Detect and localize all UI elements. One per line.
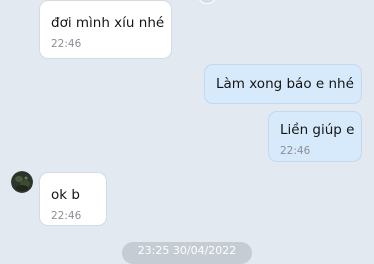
message-timestamp: 22:46 [51,38,82,50]
avatar-photo-icon [11,171,33,193]
message-bubble-incoming[interactable]: ok b 22:46 [39,172,107,226]
message-text: Liền giúp e [280,122,355,138]
message-timestamp: 22:46 [280,145,311,157]
message-text: ok b [51,187,80,203]
message-text: Làm xong báo e nhé [216,76,354,92]
sender-avatar[interactable] [11,171,33,193]
sender-avatar-partial [197,0,217,4]
date-separator: 23:25 30/04/2022 [122,242,252,264]
message-text: đơi mình xíu nhé [51,15,165,31]
message-timestamp: 22:46 [51,210,82,222]
message-bubble-outgoing[interactable]: Làm xong báo e nhé [204,64,362,104]
message-bubble-incoming[interactable]: đơi mình xíu nhé 22:46 [39,0,172,59]
message-bubble-outgoing[interactable]: Liền giúp e 22:46 [268,111,362,162]
